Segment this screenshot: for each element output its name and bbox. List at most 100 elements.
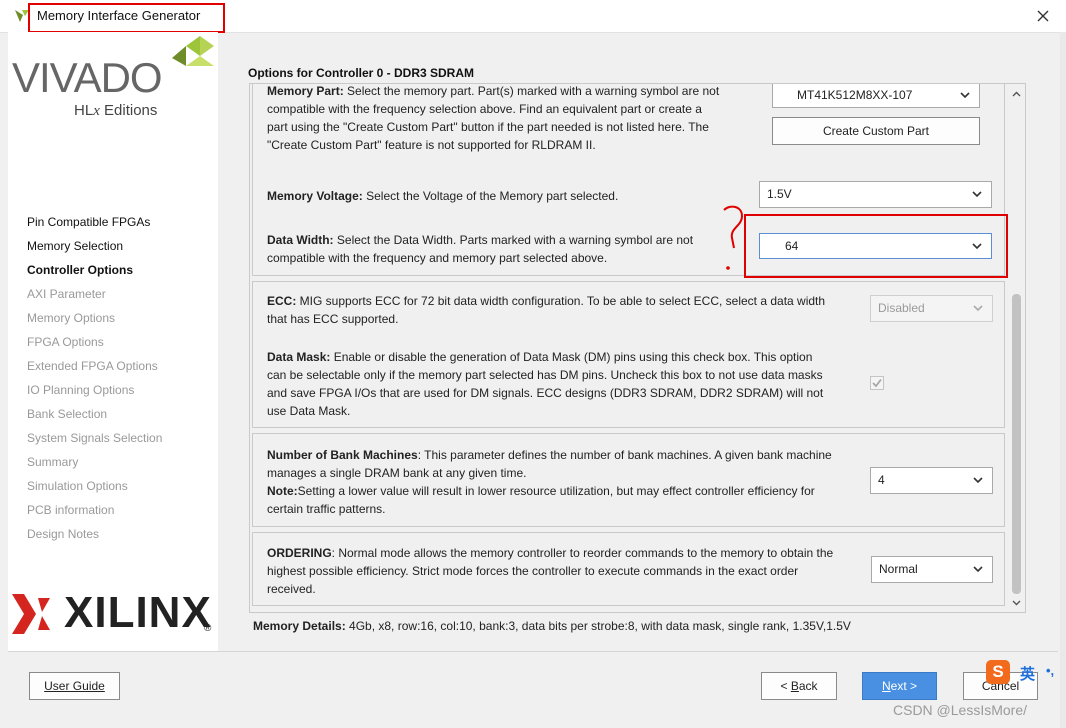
memory-part-desc-line: "Create Custom Part" feature is not supp… [267, 138, 596, 152]
memory-part-value: MT41K512M8XX-107 [797, 88, 913, 102]
back-key: B [790, 679, 799, 693]
scrollbar-thumb[interactable] [1012, 294, 1021, 594]
vertical-scrollbar[interactable] [1009, 85, 1024, 611]
sidebar-item-pcb-information: PCB information [27, 503, 115, 517]
edition-label: HLx Editions [74, 102, 157, 120]
sidebar-item-memory-selection[interactable]: Memory Selection [27, 239, 123, 253]
memory-part-desc-line: Select the memory part. Part(s) marked w… [343, 84, 720, 98]
sidebar-item-memory-options: Memory Options [27, 311, 116, 325]
edition-prefix: HL [74, 102, 94, 119]
close-icon[interactable] [1036, 9, 1050, 23]
bank-machines-label: Number of Bank Machines [267, 448, 418, 462]
vivado-logo-icon [172, 36, 214, 76]
memory-part-label: Memory Part: [267, 84, 344, 98]
chevron-down-icon [972, 474, 984, 486]
user-guide-button[interactable]: User Guide [29, 672, 120, 700]
sogou-logo-icon: S [986, 660, 1010, 684]
data-mask-desc-line: Enable or disable the generation of Data… [330, 350, 813, 364]
memory-part-description: Memory Part: Select the memory part. Par… [267, 82, 847, 154]
sidebar-item-simulation-options: Simulation Options [27, 479, 128, 493]
user-guide-label: User Guide [44, 679, 105, 693]
data-width-desc-line: compatible with the frequency and memory… [267, 251, 608, 265]
bank-machines-description: Number of Bank Machines: This parameter … [267, 446, 847, 518]
ordering-desc-line: received. [267, 582, 316, 596]
ecc-value: Disabled [878, 301, 925, 315]
bank-machines-value: 4 [878, 473, 885, 487]
question-mark-annotation-icon [720, 204, 748, 276]
ordering-label: ORDERING [267, 546, 332, 560]
sidebar-item-io-planning-options: IO Planning Options [27, 383, 135, 397]
next-rest: ext > [890, 679, 918, 693]
next-key: N [881, 679, 891, 693]
bank-machines-desc-line: manages a single DRAM bank at any given … [267, 466, 527, 480]
xilinx-logo-text: XILINX [64, 588, 212, 637]
data-width-label: Data Width: [267, 233, 334, 247]
create-custom-part-button[interactable]: Create Custom Part [772, 117, 980, 145]
back-rest: ack [798, 679, 818, 693]
edition-x: x [93, 103, 100, 119]
ime-indicator[interactable]: S 英 •, [984, 660, 1066, 690]
registered-mark: ® [204, 623, 212, 634]
chevron-down-icon [959, 89, 971, 101]
back-button[interactable]: < Back [761, 672, 837, 700]
page-title: Options for Controller 0 - DDR3 SDRAM [248, 66, 475, 80]
edition-suffix: Editions [99, 102, 158, 119]
bank-machines-note-line: certain traffic patterns. [267, 502, 386, 516]
data-mask-desc-line: use Data Mask. [267, 404, 351, 418]
bank-machines-note-label: Note: [267, 484, 298, 498]
sidebar-item-summary: Summary [27, 455, 79, 469]
sidebar-item-design-notes: Design Notes [27, 527, 100, 541]
chevron-down-icon [971, 188, 983, 200]
vivado-logo-text: VIVADO [12, 54, 163, 101]
data-mask-description: Data Mask: Enable or disable the generat… [267, 348, 847, 420]
memory-details-label: Memory Details: [253, 619, 346, 633]
data-width-desc-line: Select the Data Width. Parts marked with… [333, 233, 694, 247]
sidebar-item-bank-selection: Bank Selection [27, 407, 108, 421]
sidebar-item-axi-parameter: AXI Parameter [27, 287, 106, 301]
sidebar-item-pin-compatible-fpgas[interactable]: Pin Compatible FPGAs [27, 215, 150, 229]
memory-voltage-value: 1.5V [767, 187, 792, 201]
data-width-highlight-box [744, 214, 1008, 278]
title-highlight-box [28, 3, 225, 33]
ecc-label: ECC: [267, 294, 297, 308]
chevron-down-icon [972, 302, 984, 314]
xilinx-logo-icon [12, 594, 52, 634]
scroll-up-icon[interactable] [1011, 89, 1022, 100]
background-window-edge [1060, 32, 1066, 728]
chevron-down-icon [972, 563, 984, 575]
memory-voltage-desc: Select the Voltage of the Memory part se… [362, 189, 619, 203]
data-mask-desc-line: can be selectable only if the memory par… [267, 368, 823, 382]
sidebar-item-controller-options[interactable]: Controller Options [27, 263, 133, 277]
memory-details-value: 4Gb, x8, row:16, col:10, bank:3, data bi… [345, 619, 851, 633]
data-mask-checkbox[interactable] [870, 376, 884, 390]
ecc-desc-line: MIG supports ECC for 72 bit data width c… [296, 294, 826, 308]
ordering-desc-line: : Normal mode allows the memory controll… [331, 546, 834, 560]
ordering-desc-line: highest possible efficiency. Strict mode… [267, 564, 799, 578]
ime-punctuation-label: •, [1046, 663, 1055, 678]
bank-machines-desc-line: : This parameter defines the number of b… [417, 448, 832, 462]
ordering-value: Normal [879, 562, 918, 576]
ecc-select: Disabled [870, 295, 993, 322]
memory-part-select[interactable]: MT41K512M8XX-107 [772, 84, 980, 108]
next-button[interactable]: Next > [862, 672, 937, 700]
data-mask-label: Data Mask: [267, 350, 331, 364]
back-prefix: < [780, 679, 791, 693]
ordering-select[interactable]: Normal [871, 556, 993, 583]
data-mask-desc-line: and save FPGA I/Os that are used for DM … [267, 386, 824, 400]
memory-voltage-select[interactable]: 1.5V [759, 181, 992, 208]
sidebar-item-extended-fpga-options: Extended FPGA Options [27, 359, 158, 373]
watermark: CSDN @LessIsMore/ [893, 702, 1028, 718]
ecc-description: ECC: MIG supports ECC for 72 bit data wi… [267, 292, 847, 328]
ecc-desc-line: that has ECC supported. [267, 312, 399, 326]
footer-divider [8, 651, 1058, 652]
memory-part-desc-line: compatible with the frequency selection … [267, 102, 702, 116]
memory-details: Memory Details: 4Gb, x8, row:16, col:10,… [253, 619, 851, 633]
bank-machines-note-line: Setting a lower value will result in low… [297, 484, 815, 498]
ordering-description: ORDERING: Normal mode allows the memory … [267, 544, 847, 598]
scroll-down-icon[interactable] [1011, 597, 1022, 608]
ime-language-label: 英 [1020, 666, 1036, 683]
sidebar-item-system-signals-selection: System Signals Selection [27, 431, 163, 445]
memory-voltage-label: Memory Voltage: [267, 189, 363, 203]
bank-machines-select[interactable]: 4 [870, 467, 993, 494]
sidebar-item-fpga-options: FPGA Options [27, 335, 104, 349]
